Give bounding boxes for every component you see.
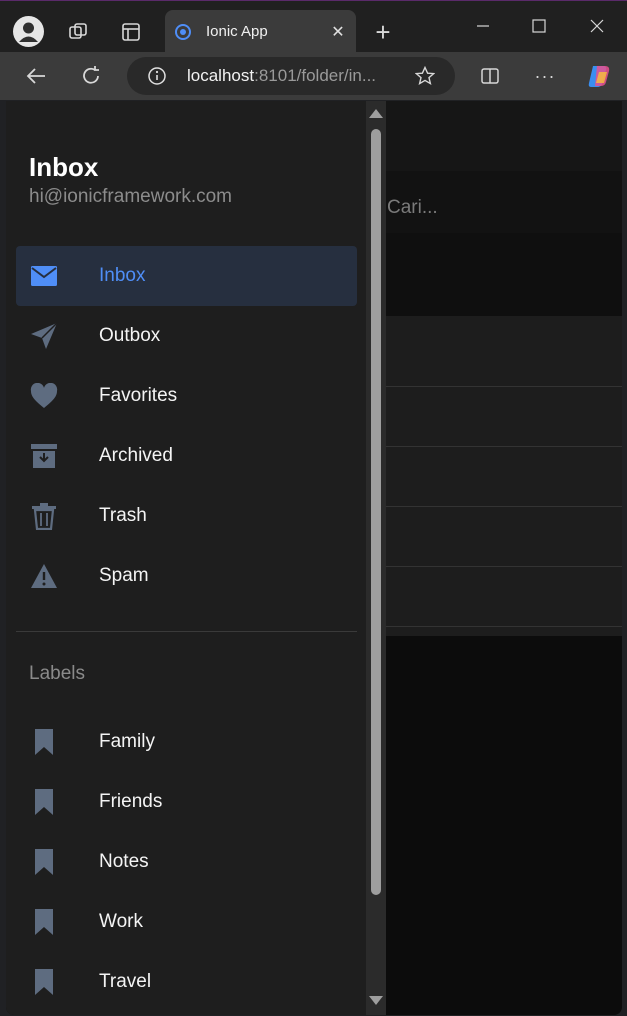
url-text: localhost:8101/folder/in...: [187, 66, 387, 86]
mail-icon: [29, 261, 59, 291]
paper-plane-icon: [29, 321, 59, 351]
menu-divider: [16, 631, 357, 632]
more-options-icon[interactable]: ···: [534, 65, 556, 87]
back-icon[interactable]: [24, 64, 48, 88]
url-path: :8101/folder/in...: [254, 66, 377, 85]
close-window-icon[interactable]: [586, 15, 608, 37]
user-icon: [19, 22, 38, 42]
label-item-label: Work: [99, 911, 143, 932]
menu-item-label: Favorites: [99, 385, 178, 406]
label-item-label: Notes: [99, 851, 149, 872]
copilot-icon[interactable]: [584, 61, 614, 91]
menu-subtitle: hi@ionicframework.com: [29, 186, 233, 207]
menu-item-label: Outbox: [99, 325, 161, 346]
menu-item-label: Trash: [99, 505, 147, 526]
side-menu: Inbox hi@ionicframework.com Inbox Outbox…: [6, 101, 366, 1015]
menu-item-archived[interactable]: Archived: [16, 426, 357, 486]
bookmark-icon: [29, 787, 59, 817]
bookmark-icon: [29, 967, 59, 997]
menu-item-outbox[interactable]: Outbox: [16, 306, 357, 366]
label-item-family[interactable]: Family: [16, 712, 357, 772]
label-item-label: Family: [99, 731, 155, 752]
profile-avatar[interactable]: [13, 16, 44, 47]
bookmark-icon: [29, 727, 59, 757]
list-item-divider: [386, 566, 622, 567]
list-item-divider: [386, 446, 622, 447]
label-item-label: Friends: [99, 791, 163, 812]
browser-tab-strip: Ionic App ✕ +: [0, 0, 627, 53]
site-info-icon[interactable]: [147, 66, 167, 86]
browser-toolbar: localhost:8101/folder/in... ···: [0, 52, 627, 100]
split-screen-icon[interactable]: [479, 65, 501, 87]
list-item-divider: [386, 626, 622, 627]
label-item-label: Travel: [99, 971, 152, 992]
menu-item-inbox[interactable]: Inbox: [16, 246, 357, 306]
archive-icon: [29, 441, 59, 471]
menu-item-label: Archived: [99, 445, 173, 466]
close-tab-icon[interactable]: ✕: [324, 22, 352, 42]
ionic-logo-icon: [175, 23, 191, 40]
bookmark-icon: [29, 847, 59, 877]
heart-icon: [29, 381, 59, 411]
favorite-star-icon[interactable]: [415, 66, 435, 86]
labels-header: Labels: [29, 663, 85, 684]
tab-title: Ionic App: [206, 23, 268, 40]
bookmark-icon: [29, 907, 59, 937]
menu-scrollbar[interactable]: [366, 101, 386, 1015]
page-viewport: Cari... Inbox hi@ionicframework.com Inbo…: [6, 101, 622, 1015]
maximize-icon[interactable]: [528, 15, 550, 37]
menu-item-label: Inbox: [99, 265, 146, 286]
label-item-travel[interactable]: Travel: [16, 952, 357, 1012]
menu-item-trash[interactable]: Trash: [16, 486, 357, 546]
scrollbar-thumb[interactable]: [371, 129, 381, 895]
search-placeholder: Cari...: [387, 197, 438, 218]
new-tab-icon[interactable]: +: [370, 17, 396, 47]
minimize-icon[interactable]: [472, 15, 494, 37]
trash-icon: [29, 501, 59, 531]
url-host: localhost: [187, 66, 255, 85]
menu-item-favorites[interactable]: Favorites: [16, 366, 357, 426]
tab-ionic-app[interactable]: Ionic App ✕: [165, 10, 356, 53]
tab-actions-icon[interactable]: [119, 20, 143, 44]
refresh-icon[interactable]: [79, 64, 103, 88]
menu-item-spam[interactable]: Spam: [16, 546, 357, 606]
workspaces-icon[interactable]: [66, 20, 90, 44]
list-item-divider: [386, 506, 622, 507]
scroll-up-arrow-icon[interactable]: [369, 109, 383, 118]
scroll-down-arrow-icon[interactable]: [369, 996, 383, 1005]
menu-title: Inbox: [29, 152, 99, 182]
label-item-notes[interactable]: Notes: [16, 832, 357, 892]
warning-icon: [29, 561, 59, 591]
label-item-work[interactable]: Work: [16, 892, 357, 952]
list-item-divider: [386, 386, 622, 387]
menu-item-label: Spam: [99, 565, 149, 586]
label-item-friends[interactable]: Friends: [16, 772, 357, 832]
address-bar[interactable]: localhost:8101/folder/in...: [127, 57, 455, 95]
